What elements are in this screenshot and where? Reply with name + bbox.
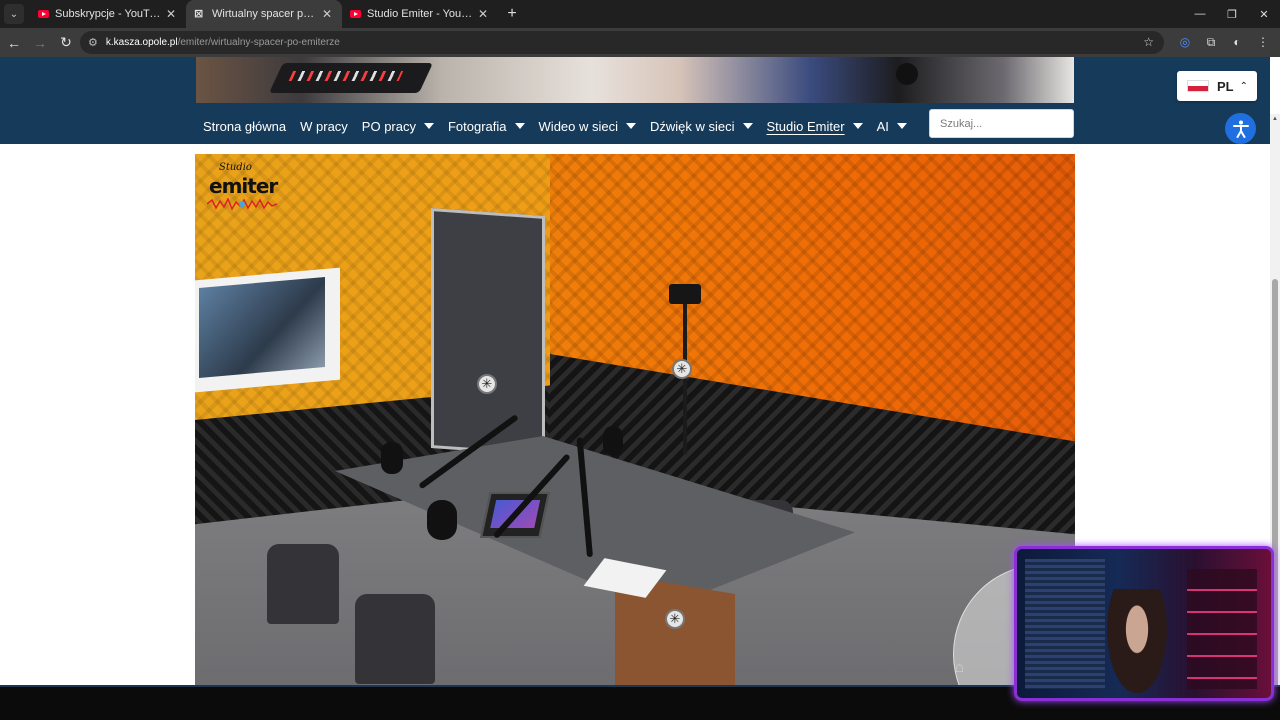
nav-label: Fotografia <box>447 118 507 134</box>
nav-w-pracy[interactable]: W pracy <box>300 119 348 134</box>
back-icon[interactable]: ← <box>2 31 26 55</box>
accessibility-button[interactable] <box>1225 113 1256 144</box>
caret-down-icon <box>742 123 753 129</box>
tab-studio-emiter[interactable]: Studio Emiter - YouTube ✕ <box>342 0 498 28</box>
caret-down-icon <box>514 123 525 129</box>
url-host: k.kasza.opole.pl <box>105 37 178 48</box>
chair <box>267 544 339 624</box>
nav-po-pracy[interactable]: PO pracy <box>362 119 434 134</box>
close-icon[interactable]: ✕ <box>164 7 178 21</box>
chevron-up-icon: ⌃ <box>1239 80 1249 92</box>
screen: ⌄ Subskrypcje - YouTube ✕ ⊠ Wirtualny sp… <box>0 0 1280 720</box>
youtube-icon <box>350 10 361 18</box>
window-blinds <box>1025 559 1105 689</box>
nav-label: Wideo w sieci <box>538 118 618 134</box>
nav-label: Studio Emiter <box>766 118 845 134</box>
browser-toolbar: ← → ↻ ⚙ k.kasza.opole.pl/emiter/wirtualn… <box>0 28 1280 57</box>
nav-label: Dźwięk w sieci <box>650 118 735 134</box>
main-nav: Strona główna W pracy PO pracy Fotografi… <box>203 114 921 138</box>
close-icon[interactable]: ✕ <box>476 7 490 21</box>
nav-label: PO pracy <box>361 118 416 134</box>
bookmark-star-icon[interactable]: ☆ <box>1143 35 1154 49</box>
site-header: Strona główna W pracy PO pracy Fotografi… <box>0 57 1270 144</box>
close-window-icon[interactable]: ✕ <box>1248 0 1280 28</box>
microphone <box>427 500 457 540</box>
browser-tab-bar: ⌄ Subskrypcje - YouTube ✕ ⊠ Wirtualny sp… <box>0 0 1280 28</box>
nav-label: Strona główna <box>203 118 287 134</box>
home-icon[interactable]: ⌂ <box>955 659 973 677</box>
extensions-puzzle-icon[interactable]: ⧉ <box>1200 31 1222 53</box>
chair <box>355 594 435 684</box>
youtube-icon <box>38 10 49 18</box>
profile-icon[interactable]: ◐ <box>1226 31 1248 53</box>
tab-title: Subskrypcje - YouTube <box>55 8 164 20</box>
minimize-icon[interactable]: — <box>1184 0 1216 28</box>
scroll-up-icon[interactable]: ▲ <box>1272 116 1278 122</box>
address-bar[interactable]: ⚙ k.kasza.opole.pl/emiter/wirtualny-spac… <box>80 31 1164 54</box>
reload-icon[interactable]: ↻ <box>54 31 78 55</box>
nav-wideo-w-sieci[interactable]: Wideo w sieci <box>539 119 636 134</box>
mic-image <box>896 63 918 85</box>
microphone <box>603 426 623 456</box>
virtual-tour-panorama[interactable]: ✳ ✳ ✳ Studio emiter ⌂ <box>195 154 1075 685</box>
mixer-console-image <box>269 63 433 93</box>
nav-strona-glowna[interactable]: Strona główna <box>203 119 286 134</box>
new-tab-icon[interactable]: + <box>500 5 524 23</box>
studio-emiter-logo: Studio emiter <box>207 162 278 216</box>
nav-studio-emiter[interactable]: Studio Emiter <box>767 119 863 134</box>
accessibility-icon <box>1232 120 1249 138</box>
site-w-icon: ⊠ <box>194 8 204 20</box>
nav-ai[interactable]: AI <box>877 119 907 134</box>
tab-subskrypcje[interactable]: Subskrypcje - YouTube ✕ <box>30 0 186 28</box>
poland-flag-icon <box>1187 80 1209 92</box>
restore-icon[interactable]: ❐ <box>1216 0 1248 28</box>
nav-label: W pracy <box>300 118 348 134</box>
nav-fotografia[interactable]: Fotografia <box>448 119 525 134</box>
close-icon[interactable]: ✕ <box>320 7 334 21</box>
caret-down-icon <box>423 123 434 129</box>
window-controls: — ❐ ✕ <box>1184 0 1280 28</box>
header-banner-image <box>196 57 1074 103</box>
webcam-overlay <box>1014 546 1274 701</box>
tab-title: Wirtualny spacer po "Emiterze" <box>212 8 320 20</box>
nav-label: AI <box>876 118 889 134</box>
menu-icon[interactable]: ⋮ <box>1252 31 1274 53</box>
extension-icon[interactable]: ◎ <box>1174 31 1196 53</box>
tab-wirtualny-spacer[interactable]: ⊠ Wirtualny spacer po "Emiterze" ✕ <box>186 0 342 28</box>
navigation-hotspot-icon[interactable]: ✳ <box>665 609 685 629</box>
language-switcher[interactable]: PL ⌃ <box>1177 71 1257 101</box>
studio-window <box>195 267 340 393</box>
caret-down-icon <box>896 123 907 129</box>
toolbar-actions: ◎ ⧉ ◐ ⋮ <box>1174 30 1274 54</box>
nav-dzwiek-w-sieci[interactable]: Dźwięk w sieci <box>650 119 753 134</box>
tab-search-icon[interactable]: ⌄ <box>4 4 24 24</box>
sound-wave-icon <box>207 198 277 210</box>
url-path: /emiter/wirtualny-spacer-po-emiterze <box>177 37 340 48</box>
navigation-hotspot-icon[interactable]: ✳ <box>477 374 497 394</box>
site-info-icon[interactable]: ⚙ <box>88 36 98 49</box>
caret-down-icon <box>626 123 636 129</box>
language-code: PL <box>1217 78 1234 94</box>
neon-shelf <box>1187 569 1257 689</box>
streamer <box>1102 589 1172 698</box>
logo-line2: emiter <box>209 174 278 198</box>
tab-title: Studio Emiter - YouTube <box>367 8 476 20</box>
studio-door <box>431 208 545 456</box>
caret-down-icon <box>852 123 863 129</box>
microphone <box>381 442 403 474</box>
window-pane <box>199 276 325 378</box>
navigation-hotspot-icon[interactable]: ✳ <box>672 359 692 379</box>
forward-icon[interactable]: → <box>28 31 52 55</box>
search-input[interactable] <box>929 109 1074 138</box>
logo-line1: Studio <box>219 162 252 173</box>
